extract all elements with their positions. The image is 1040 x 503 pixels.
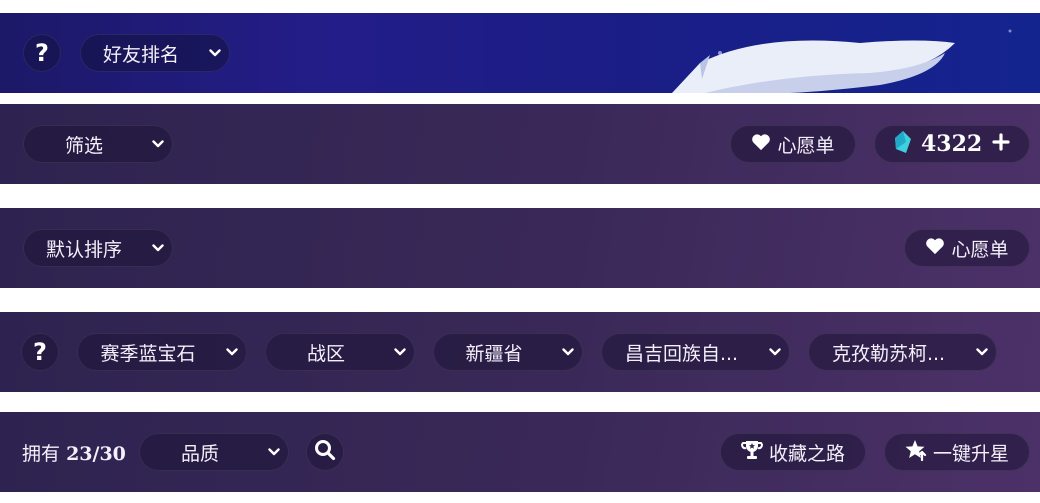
owned-value: 23/30: [66, 443, 126, 465]
gem-currency[interactable]: 4322: [874, 125, 1030, 163]
friend-rank-bar: ? 好友排名: [0, 13, 1040, 93]
search-icon: [314, 439, 336, 465]
season-dropdown[interactable]: 赛季蓝宝石: [77, 333, 247, 371]
prefecture-label: 昌吉回族自...: [624, 342, 739, 365]
search-button[interactable]: [306, 433, 344, 471]
trophy-icon: [741, 439, 763, 466]
chevron-down-icon: [144, 140, 172, 148]
wishlist-button[interactable]: 心愿单: [904, 229, 1030, 267]
sort-bar: 默认排序 心愿单: [0, 208, 1040, 288]
chevron-down-icon: [554, 348, 582, 356]
war-zone-dropdown[interactable]: 战区: [265, 333, 415, 371]
chevron-down-icon: [144, 244, 172, 252]
help-button[interactable]: ?: [21, 333, 59, 371]
friend-rank-label: 好友排名: [102, 43, 179, 66]
wishlist-label: 心愿单: [951, 238, 1009, 261]
heart-icon: [751, 133, 771, 156]
friend-rank-dropdown[interactable]: 好友排名: [80, 34, 230, 72]
wishlist-label: 心愿单: [777, 134, 835, 157]
owned-count: 拥有 23/30: [22, 439, 126, 466]
collection-road-button[interactable]: 收藏之路: [720, 433, 866, 471]
quality-label: 品质: [180, 442, 219, 465]
sort-label: 默认排序: [45, 238, 122, 261]
star-upgrade-icon: [905, 439, 927, 466]
quality-dropdown[interactable]: 品质: [139, 433, 289, 471]
one-key-star-label: 一键升星: [932, 442, 1009, 465]
wishlist-button[interactable]: 心愿单: [730, 125, 856, 163]
heart-icon: [925, 237, 945, 260]
chevron-down-icon: [386, 348, 414, 356]
chevron-down-icon: [218, 348, 246, 356]
help-icon: ?: [33, 338, 47, 366]
war-zone-label: 战区: [306, 342, 345, 365]
gem-count: 4322: [921, 131, 983, 157]
county-label: 克孜勒苏柯...: [831, 342, 946, 365]
season-label: 赛季蓝宝石: [100, 342, 196, 365]
chevron-down-icon: [260, 448, 288, 456]
collection-road-label: 收藏之路: [768, 442, 845, 465]
province-label: 新疆省: [465, 342, 523, 365]
help-icon: ?: [35, 39, 49, 67]
province-dropdown[interactable]: 新疆省: [433, 333, 583, 371]
county-dropdown[interactable]: 克孜勒苏柯...: [808, 333, 997, 371]
add-currency-button[interactable]: [992, 132, 1010, 156]
owned-label: 拥有: [22, 443, 61, 465]
filter-label: 筛选: [64, 134, 103, 157]
collection-bar: 拥有 23/30 品质 收藏之路 一键升星: [0, 412, 1040, 492]
chevron-down-icon: [968, 348, 996, 356]
chevron-down-icon: [761, 348, 789, 356]
prefecture-dropdown[interactable]: 昌吉回族自...: [601, 333, 790, 371]
region-filter-bar: ? 赛季蓝宝石 战区 新疆省 昌吉回族自... 克孜勒苏柯...: [0, 312, 1040, 392]
filter-bar: 筛选 心愿单 4322: [0, 104, 1040, 184]
gem-icon: [893, 130, 913, 159]
chevron-down-icon: [201, 49, 229, 57]
filter-dropdown[interactable]: 筛选: [23, 125, 173, 163]
one-key-star-button[interactable]: 一键升星: [884, 433, 1030, 471]
help-button[interactable]: ?: [23, 34, 61, 72]
sort-dropdown[interactable]: 默认排序: [23, 229, 173, 267]
